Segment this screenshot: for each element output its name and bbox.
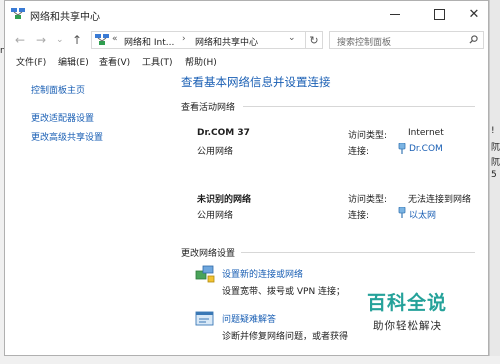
access-type-label: 访问类型: (348, 195, 388, 205)
new-connection-icon (195, 265, 215, 283)
window-title: 网络和共享中心 (30, 12, 100, 23)
search-icon[interactable] (469, 35, 478, 44)
background-bottom-strip (0, 356, 500, 364)
maximize-button[interactable] (424, 3, 454, 25)
title-bar[interactable]: 网络和共享中心 ✕ (5, 1, 488, 27)
search-field[interactable]: 搜索控制面板 (329, 31, 484, 49)
troubleshoot-desc: 诊断并修复网络问题，或者获得 (222, 332, 349, 342)
minimize-button[interactable] (380, 3, 410, 25)
sidebar-change-adapter-settings[interactable]: 更改适配器设置 (31, 111, 94, 124)
address-field[interactable]: « 网络和 Int... › 网络和共享中心 ⌄ (91, 31, 317, 49)
access-type-label: 访问类型: (348, 131, 388, 141)
navigation-bar: ← → ⌄ ↑ « 网络和 Int... › 网络和共享中心 ⌄ ↻ 搜索控制面… (5, 27, 488, 53)
network-center-icon (95, 34, 109, 45)
close-button[interactable]: ✕ (459, 3, 489, 25)
menu-file[interactable]: 文件(F) (16, 55, 46, 68)
refresh-icon: ↻ (309, 33, 319, 47)
connection-label: 连接: (348, 147, 370, 157)
menu-help[interactable]: 帮助(H) (185, 55, 217, 68)
up-arrow-icon[interactable]: ↑ (72, 33, 82, 47)
connection-link-ethernet[interactable]: 以太网 (409, 208, 436, 221)
breadcrumb-separator: › (182, 34, 186, 44)
ethernet-connection-icon (398, 207, 406, 218)
watermark-subtitle: 助你轻松解决 (373, 320, 442, 332)
troubleshoot-link[interactable]: 问题疑难解答 (222, 312, 276, 325)
breadcrumb-overflow[interactable]: « (112, 34, 118, 44)
active-networks-title: 查看活动网络 (181, 103, 236, 113)
address-dropdown-icon[interactable]: ⌄ (288, 33, 296, 43)
menu-edit[interactable]: 编辑(E) (58, 55, 89, 68)
troubleshoot-icon (195, 311, 214, 326)
maximize-icon (433, 8, 445, 20)
background-char: 阢 (491, 143, 500, 153)
background-char: ! (491, 126, 495, 136)
background-char: 阢 (491, 158, 500, 168)
network-category: 公用网络 (197, 147, 234, 157)
dialup-connection-icon (398, 143, 406, 154)
connection-label: 连接: (348, 211, 370, 221)
forward-arrow-icon[interactable]: → (36, 33, 46, 47)
network-center-icon (11, 8, 25, 19)
sidebar-control-panel-home[interactable]: 控制面板主页 (31, 83, 85, 96)
menu-tools[interactable]: 工具(T) (142, 55, 173, 68)
section-divider (241, 252, 475, 253)
refresh-button[interactable]: ↻ (305, 31, 323, 49)
access-type-value: 无法连接到网络 (408, 195, 472, 205)
network-name: Dr.COM 37 (197, 128, 250, 138)
access-type-value: Internet (408, 128, 444, 138)
network-category: 公用网络 (197, 211, 234, 221)
background-right-strip: ! 阢 阢 5 (489, 0, 500, 364)
section-divider (243, 106, 475, 107)
sidebar-change-advanced-sharing[interactable]: 更改高级共享设置 (31, 130, 103, 143)
background-char: 5 (491, 170, 497, 180)
watermark-title: 百科全说 (367, 292, 448, 314)
close-icon: ✕ (468, 6, 480, 22)
breadcrumb-network-internet[interactable]: 网络和 Int... (124, 35, 174, 48)
menu-view[interactable]: 查看(V) (99, 55, 130, 68)
setup-new-connection-link[interactable]: 设置新的连接或网络 (222, 267, 303, 280)
breadcrumb-network-sharing-center[interactable]: 网络和共享中心 (195, 35, 258, 48)
back-arrow-icon[interactable]: ← (15, 33, 25, 47)
search-placeholder: 搜索控制面板 (337, 38, 392, 48)
network-name: 未识别的网络 (197, 195, 252, 205)
change-settings-title: 更改网络设置 (181, 249, 236, 259)
recent-chevron-down-icon[interactable]: ⌄ (56, 35, 64, 45)
connection-link-drcom[interactable]: Dr.COM (409, 144, 443, 154)
setup-new-connection-desc: 设置宽带、拨号或 VPN 连接； (222, 287, 346, 297)
page-title: 查看基本网络信息并设置连接 (181, 75, 331, 89)
minimize-icon (390, 13, 400, 15)
menu-bar: 文件(F) 编辑(E) 查看(V) 工具(T) 帮助(H) (5, 53, 488, 69)
